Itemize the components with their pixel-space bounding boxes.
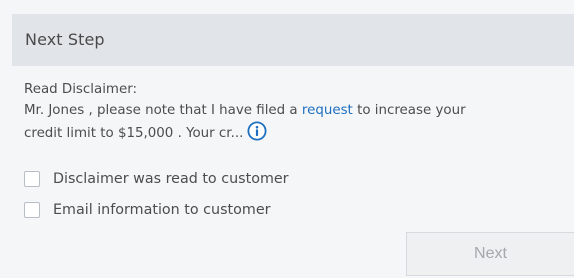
next-step-panel: Next Step Read Disclaimer: Mr. Jones , p… (0, 0, 574, 278)
disclaimer-text-line1: Mr. Jones , please note that I have file… (24, 100, 569, 121)
info-circle-icon[interactable] (247, 121, 267, 141)
panel-title: Next Step (25, 30, 105, 49)
checkbox-label: Email information to customer (53, 202, 271, 218)
disclaimer-label: Read Disclaimer: (24, 82, 137, 97)
disclaimer-read-checkbox[interactable] (24, 171, 40, 187)
disclaimer-text-line2: credit limit to $15,000 . Your cr... (24, 121, 569, 144)
disclaimer-text-part1: Mr. Jones , please note that I have file… (24, 103, 302, 118)
disclaimer-text-truncated: credit limit to $15,000 . Your cr... (24, 126, 244, 141)
next-button[interactable]: Next (406, 232, 574, 276)
checkbox-label: Disclaimer was read to customer (53, 171, 289, 187)
checkbox-row-email-info[interactable]: Email information to customer (24, 202, 271, 218)
disclaimer-block: Read Disclaimer: Mr. Jones , please note… (24, 79, 569, 144)
email-info-checkbox[interactable] (24, 202, 40, 218)
disclaimer-text-part2: to increase your (352, 103, 466, 118)
checkbox-row-disclaimer-read[interactable]: Disclaimer was read to customer (24, 171, 289, 187)
request-link[interactable]: request (302, 103, 353, 118)
panel-header: Next Step (12, 14, 574, 66)
